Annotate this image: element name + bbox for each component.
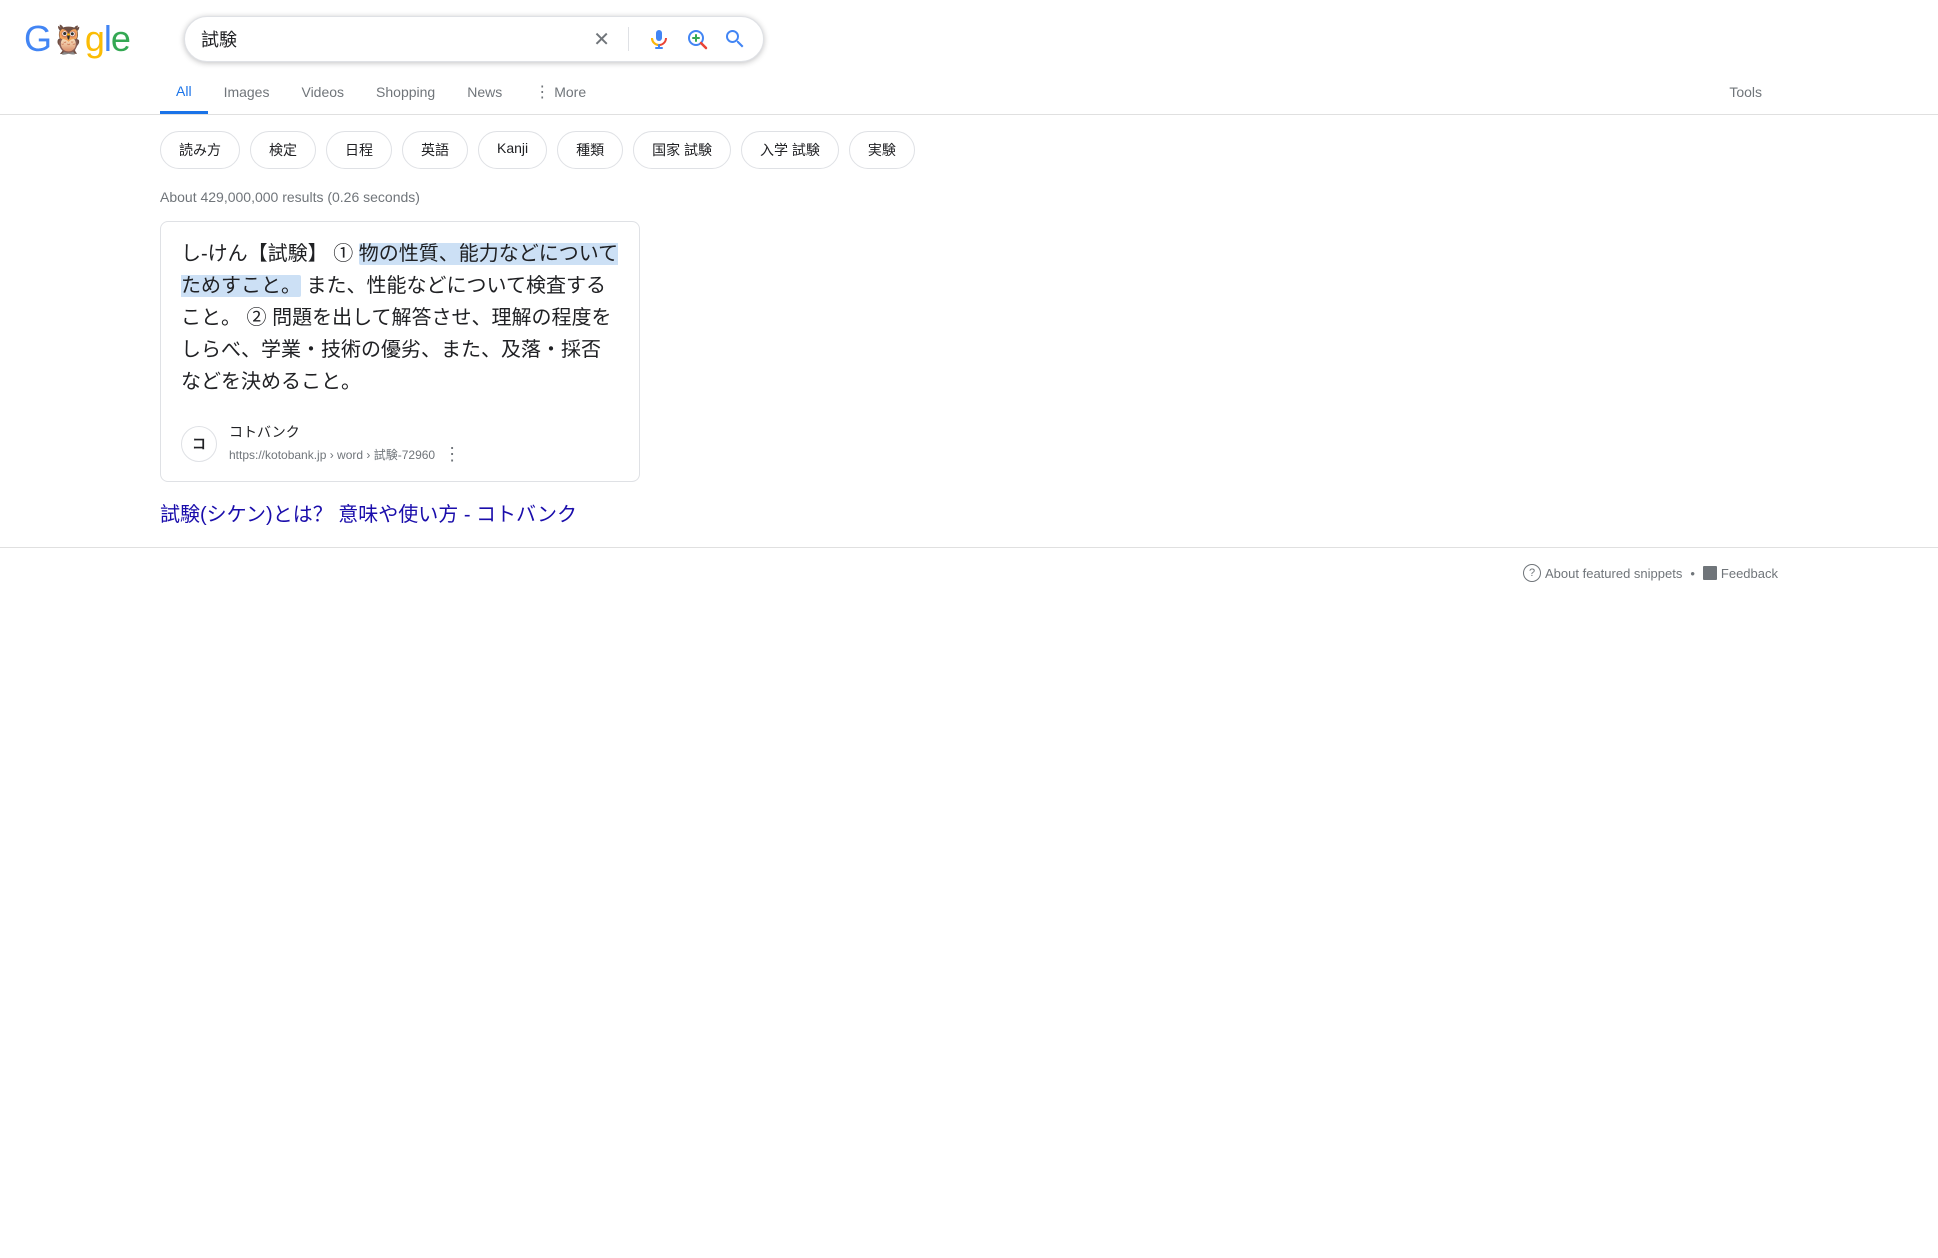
feedback-icon [1703,566,1717,580]
featured-snippet: し‐けん【試験】 ① 物の性質、能力などについてためすこと。 また、性能などにつ… [160,221,640,482]
tab-more[interactable]: ⋮ More [518,70,602,114]
chip-kentei-label: 検定 [269,142,297,158]
header: G 🦉 g l e ✕ [0,0,1938,62]
chip-nittei-label: 日程 [345,142,373,158]
search-bar: ✕ [184,16,764,62]
lens-icon[interactable] [685,27,709,51]
about-snippets-text: About featured snippets [1545,566,1682,581]
chip-nyugaku-label: 入学 試験 [760,142,820,158]
tab-shopping-label: Shopping [376,84,435,100]
tab-images-label: Images [224,84,270,100]
source-row: コ コトバンク https://kotobank.jp › word › 試験-… [181,414,619,465]
chip-jikken-label: 実験 [868,142,896,158]
google-logo[interactable]: G 🦉 g l e [24,18,130,60]
tab-images[interactable]: Images [208,72,286,112]
feedback-text: Feedback [1721,566,1778,581]
source-options-icon[interactable]: ⋮ [443,444,461,465]
footer-separator: • [1690,566,1695,581]
logo-letter-g: G [24,18,51,60]
logo-letter-o2: g [85,18,104,60]
chips-area: 読み方 検定 日程 英語 Kanji 種類 国家 試験 入学 試験 実験 [0,115,1938,185]
tab-videos-label: Videos [301,84,344,100]
tab-tools-label: Tools [1729,84,1762,100]
source-url: https://kotobank.jp › word › 試験-72960 [229,446,435,463]
tab-tools[interactable]: Tools [1713,72,1778,112]
about-snippets-link[interactable]: ? About featured snippets [1523,564,1682,582]
chip-jikken[interactable]: 実験 [849,131,915,169]
source-name: コトバンク [229,422,461,442]
chip-eigo-label: 英語 [421,142,449,158]
source-favicon: コ [181,426,217,462]
snippet-text: し‐けん【試験】 ① 物の性質、能力などについてためすこと。 また、性能などにつ… [181,238,619,398]
snippet-text-before: し‐けん【試験】 ① [181,243,359,265]
logo-area: G 🦉 g l e [24,18,164,60]
feedback-link[interactable]: Feedback [1703,566,1778,581]
tab-all[interactable]: All [160,71,208,114]
clear-button[interactable]: ✕ [593,27,610,52]
chip-kokka[interactable]: 国家 試験 [633,131,731,169]
results-area: About 429,000,000 results (0.26 seconds)… [0,185,800,527]
logo-letter-l: e [111,18,130,60]
chip-kanji[interactable]: Kanji [478,131,547,169]
chip-nittei[interactable]: 日程 [326,131,392,169]
search-input[interactable] [201,29,583,50]
mic-icon[interactable] [647,27,671,51]
chip-shurui[interactable]: 種類 [557,131,623,169]
logo-owl-icon: 🦉 [51,23,85,56]
chip-yomikata[interactable]: 読み方 [160,131,240,169]
tab-news-label: News [467,84,502,100]
nav-tabs: All Images Videos Shopping News ⋮ More T… [0,70,1938,115]
chip-kokka-label: 国家 試験 [652,142,712,158]
search-divider [628,27,629,51]
chip-shurui-label: 種類 [576,142,604,158]
source-url-row: https://kotobank.jp › word › 試験-72960 ⋮ [229,444,461,465]
tab-all-label: All [176,83,192,99]
chip-eigo[interactable]: 英語 [402,131,468,169]
chip-kentei[interactable]: 検定 [250,131,316,169]
footer-info: ? About featured snippets • Feedback [0,547,1938,598]
chip-kanji-label: Kanji [497,140,528,156]
logo-letter-g2: l [104,18,111,60]
chip-nyugaku[interactable]: 入学 試験 [741,131,839,169]
tab-more-label: More [554,84,586,100]
help-circle-icon: ? [1523,564,1541,582]
tab-shopping[interactable]: Shopping [360,72,451,112]
chip-yomikata-label: 読み方 [179,142,221,158]
tab-videos[interactable]: Videos [285,72,360,112]
tab-news[interactable]: News [451,72,518,112]
result-stats: About 429,000,000 results (0.26 seconds) [160,185,640,221]
result-link[interactable]: 試験(シケン)とは？ 意味や使い方 - コトバンク [160,498,640,527]
search-submit-button[interactable] [723,27,747,51]
search-icon-area: ✕ [593,27,747,52]
source-info: コトバンク https://kotobank.jp › word › 試験-72… [229,422,461,465]
source-icon-text: コ [192,434,206,454]
more-dots-icon: ⋮ [534,82,550,102]
